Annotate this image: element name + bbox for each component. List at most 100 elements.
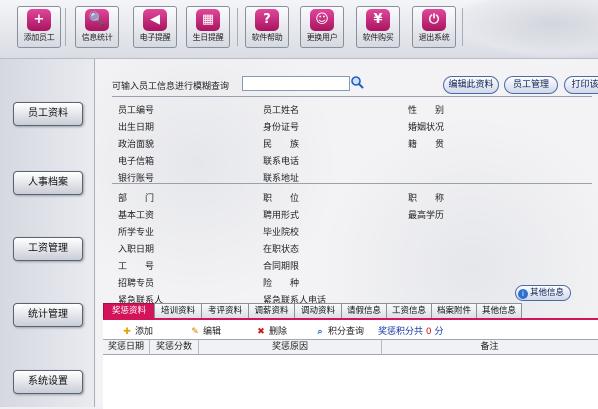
toolbar-button-label: 退出系统 [418,33,450,42]
column-header[interactable]: 备注 [382,340,597,354]
toolbar-button-0[interactable]: + 添加员工 [17,6,61,48]
field-label: 员工编号 [118,106,155,116]
tab-item[interactable]: 其他信息 [476,303,522,318]
toolbar-separator [237,8,238,46]
field-label: 基本工资 [118,211,155,221]
field-label: 工 号 [118,262,155,272]
field-label: 身份证号 [263,123,300,133]
points-total-label: 奖惩积分共 [378,327,424,337]
toolbar-button-1[interactable]: 🔍 信息统计 [75,6,119,48]
delete-icon: ✖ [257,327,265,337]
grid-header: 奖惩日期 奖惩分数 奖惩原因 备注 [103,339,598,355]
print-button[interactable]: 打印该 [564,76,598,94]
toolbar-icon: ▦ [196,9,220,31]
search-input[interactable] [242,76,350,91]
field-label: 性 别 [408,106,445,116]
add-button[interactable]: ✚ 添加 [121,324,153,337]
field-label: 职 称 [408,194,445,204]
toolbar-button-label: 更换用户 [306,33,338,42]
search-icon: ⌕ [317,327,323,337]
edit-button[interactable]: ✎ 编辑 [189,324,221,337]
delete-button[interactable]: ✖ 删除 [255,324,287,337]
field-label: 入职日期 [118,245,155,255]
sidebar-item-salary[interactable]: 工资管理 [13,237,83,261]
points-total-unit: 分 [434,327,444,337]
plus-icon: ✚ [123,327,131,337]
sidebar-item-settings[interactable]: 系统设置 [13,370,83,394]
field-label: 聘用形式 [263,211,300,221]
toolbar-icon: ? [255,9,279,31]
field-label: 政治面貌 [118,140,155,150]
toolbar-button-label: 软件购买 [362,33,394,42]
info-icon: i [518,289,528,299]
field-label: 婚姻状况 [408,123,445,133]
field-label: 电子信箱 [118,157,155,167]
employee-manage-button[interactable]: 员工管理 [504,76,558,94]
field-label: 招聘专员 [118,279,155,289]
field-label: 合同期限 [263,262,300,272]
field-label: 在职状态 [263,245,300,255]
field-label: 籍 贯 [408,140,445,150]
toolbar-icon: ◀ [143,9,167,31]
tab-item[interactable]: 调动资料 [294,303,342,318]
toolbar-icon: + [27,9,51,31]
decorative-leaf [448,0,598,58]
tab-item[interactable]: 调薪资料 [248,303,295,318]
divider [112,183,592,184]
column-header[interactable]: 奖惩分数 [150,340,199,354]
toolbar-button-7[interactable]: ⏻ 退出系统 [412,6,456,48]
toolbar-separator [65,8,66,46]
field-label: 险 种 [263,279,300,289]
other-info-button[interactable]: i 其他信息 [515,285,571,301]
column-header[interactable]: 奖惩原因 [199,340,382,354]
tab-item[interactable]: 工资信息 [386,303,432,318]
field-label: 出生日期 [118,123,155,133]
sidebar-item-personnel-archive[interactable]: 人事档案 [13,171,83,195]
column-header[interactable]: 奖惩日期 [103,340,150,354]
field-label: 最高学历 [408,211,445,221]
field-label: 职 位 [263,194,300,204]
sidebar-item-statistics[interactable]: 统计管理 [13,303,83,327]
add-label: 添加 [135,327,154,337]
search-icon[interactable] [350,75,364,89]
delete-label: 删除 [269,327,288,337]
edit-record-button[interactable]: 编辑此资料 [443,76,499,94]
toolbar-button-label: 生日提醒 [192,33,224,42]
main-toolbar: + 添加员工 🔍 信息统计 ◀ 电子提醒 ▦ 生日提醒? 软件帮助 ☺ 更换用户 ¥ 软件购买 ⏻ 退出系统 [0,0,598,59]
edit-label: 编辑 [203,327,222,337]
divider [112,96,592,97]
toolbar-button-label: 软件帮助 [251,33,283,42]
toolbar-icon: 🔍 [85,9,109,31]
toolbar-icon: ¥ [366,9,390,31]
field-label: 部 门 [118,194,155,204]
tab-item[interactable]: 奖惩资料 [103,303,155,318]
other-info-label: 其他信息 [530,288,565,298]
points-query-label: 积分查询 [328,327,365,337]
main-panel: 可输入员工信息进行模糊查询 编辑此资料 员工管理 打印该 员工编号 员工姓名 性 别… [96,59,598,409]
tab-item[interactable]: 培训资料 [154,303,202,318]
tab-item[interactable]: 请假信息 [341,303,387,318]
toolbar-button-2[interactable]: ◀ 电子提醒 [133,6,177,48]
field-label: 联系电话 [263,157,300,167]
search-label: 可输入员工信息进行模糊查询 [112,82,230,92]
points-total-value: 0 [425,327,432,337]
sidebar: 员工资料 人事档案 工资管理 统计管理 系统设置 [0,59,95,407]
tab-panel: ✚ 添加 ✎ 编辑 ✖ 删除 ⌕ 积分查询 奖惩积分共 0 分 奖惩日期 奖惩分数 奖惩… [103,318,598,409]
toolbar-button-3[interactable]: ▦ 生日提醒 [186,6,230,48]
field-label: 毕业院校 [263,228,300,238]
toolbar-icon: ⏻ [422,9,446,31]
toolbar-button-6[interactable]: ¥ 软件购买 [356,6,400,48]
tab-item[interactable]: 考评资料 [201,303,249,318]
field-label: 所学专业 [118,228,155,238]
toolbar-button-4[interactable]: ? 软件帮助 [245,6,289,48]
toolbar-button-5[interactable]: ☺ 更换用户 [300,6,344,48]
toolbar-button-label: 电子提醒 [139,33,171,42]
toolbar-icon: ☺ [310,9,334,31]
sidebar-item-employee-info[interactable]: 员工资料 [13,102,83,126]
pencil-icon: ✎ [191,327,199,337]
points-query-button[interactable]: ⌕ 积分查询 [314,324,364,337]
tab-item[interactable]: 档案附件 [431,303,477,318]
toolbar-button-label: 添加员工 [23,33,55,42]
toolbar-separator [462,8,463,46]
field-label: 员工姓名 [263,106,300,116]
